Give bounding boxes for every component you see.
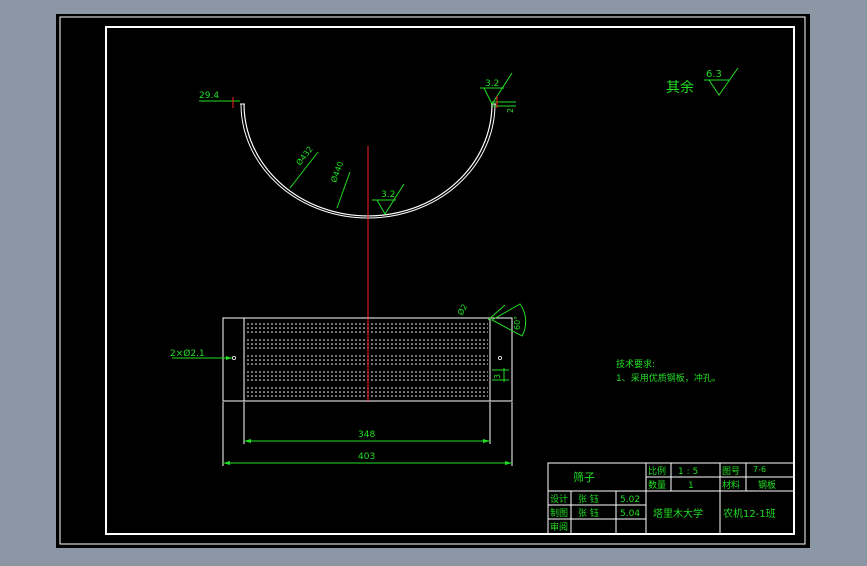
dim-edge-text: 3	[493, 374, 502, 379]
tb-class: 农机12-1班	[723, 507, 776, 520]
tb-design-label: 设计	[550, 493, 568, 505]
hole-spec-text: 2×Ø2.1	[170, 348, 205, 359]
dim-348-text: 348	[358, 430, 375, 440]
rest-roughness-label: 其余	[666, 79, 694, 96]
tb-draw-name: 张 钰	[578, 507, 599, 519]
tb-scale-value: 1 : 5	[678, 467, 698, 477]
perforated-area	[246, 321, 488, 399]
tech-notes-title: 技术要求:	[616, 358, 655, 370]
tb-design-date: 5.02	[620, 495, 640, 505]
dim-angle-text: 60°	[513, 316, 522, 330]
front-view: 2×Ø2.1 Ø2 60° 3 348 403	[170, 302, 527, 466]
tech-notes-line1: 1、采用优质钢板，冲孔。	[616, 372, 721, 384]
tb-draw-date: 5.04	[620, 509, 640, 519]
dim-29-4-text: 29.4	[199, 91, 219, 101]
tb-design-name: 张 钰	[578, 493, 599, 505]
tb-quantity-value: 1	[688, 481, 694, 491]
tb-material-value: 钢板	[758, 479, 776, 491]
tb-drawing-no-label: 图号	[722, 466, 740, 477]
dim-2-text: 2	[506, 108, 515, 113]
drawing-canvas: 29.4 Ø432 Ø440 3.2 3.2 2 其余 6.3 2×Ø2.1 Ø…	[56, 14, 810, 548]
tb-review-label: 审阅	[550, 521, 568, 533]
tb-material-label: 材料	[722, 479, 740, 491]
dim-403-text: 403	[358, 452, 375, 462]
tb-part-name: 筛子	[573, 470, 595, 484]
tb-scale-label: 比例	[648, 465, 666, 477]
tb-draw-label: 制图	[550, 507, 568, 519]
roughness-top-text: 3.2	[485, 79, 499, 89]
tb-quantity-label: 数量	[648, 479, 666, 491]
cad-drawing-viewport: 29.4 Ø432 Ø440 3.2 3.2 2 其余 6.3 2×Ø2.1 Ø…	[0, 0, 867, 562]
tb-school: 塔里木大学	[653, 507, 703, 520]
tb-drawing-no-value: 7-6	[753, 465, 766, 474]
rest-roughness-value: 6.3	[706, 69, 722, 80]
roughness-inner-text: 3.2	[381, 190, 395, 200]
